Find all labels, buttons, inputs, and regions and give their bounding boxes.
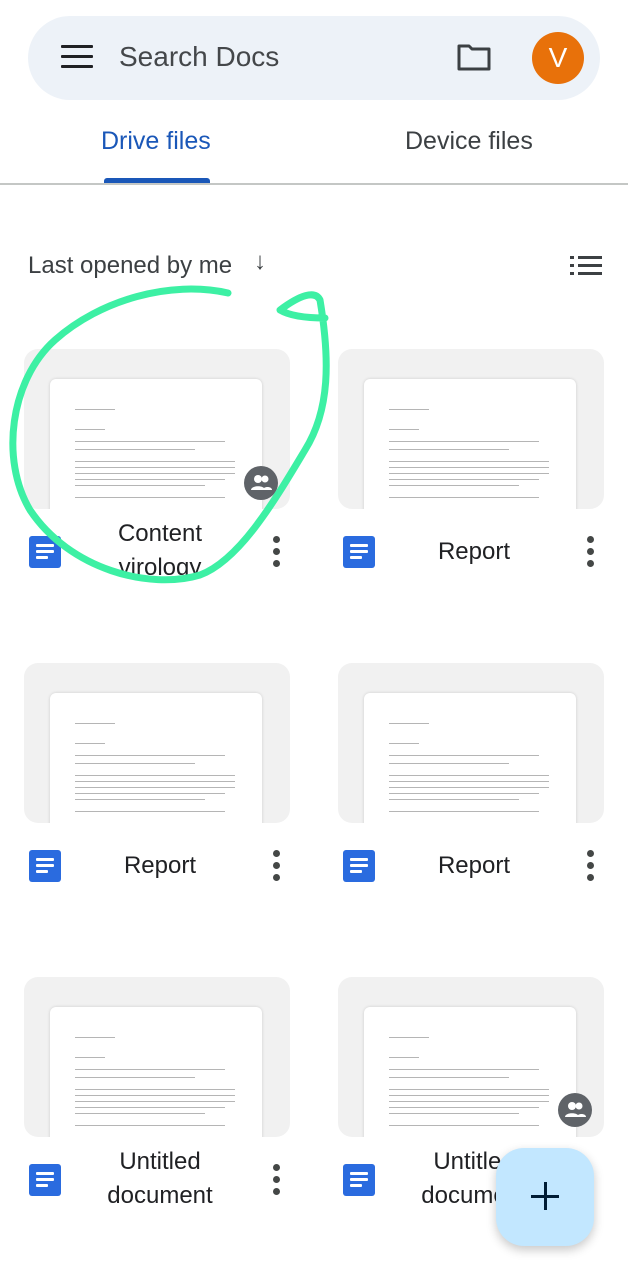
page-preview	[364, 693, 576, 823]
file-title[interactable]: Report	[394, 535, 554, 569]
search-input[interactable]: Search Docs	[119, 40, 279, 74]
file-title[interactable]: Content virology	[80, 517, 240, 585]
file-title-line: Report	[437, 538, 511, 565]
page-preview	[50, 1007, 262, 1137]
file-title-line: Report	[123, 852, 197, 879]
more-options-icon[interactable]	[586, 536, 594, 568]
document-thumbnail[interactable]	[24, 977, 290, 1137]
sort-label[interactable]: Last opened by me	[28, 250, 232, 282]
new-document-button[interactable]	[496, 1148, 594, 1246]
search-bar[interactable]: Search Docs V	[28, 16, 600, 100]
more-options-icon[interactable]	[272, 536, 280, 568]
page-preview	[50, 379, 262, 509]
tab-device-files[interactable]: Device files	[405, 124, 533, 158]
file-title-line: document	[107, 1182, 213, 1209]
document-thumbnail[interactable]	[338, 349, 604, 509]
sort-direction-icon[interactable]: ↓	[254, 248, 266, 276]
document-thumbnail[interactable]	[338, 663, 604, 823]
google-docs-icon	[29, 536, 61, 568]
file-title-line: virology	[118, 554, 202, 581]
file-title-line: Untitled	[119, 1148, 201, 1175]
file-title[interactable]: Report	[80, 849, 240, 883]
google-docs-icon	[29, 850, 61, 882]
folder-icon[interactable]	[456, 42, 492, 72]
page-preview	[364, 1007, 576, 1137]
file-title-line: Content	[117, 520, 203, 547]
file-card[interactable]: Content virology	[24, 349, 290, 609]
list-view-icon[interactable]	[570, 255, 602, 277]
google-docs-icon	[343, 1164, 375, 1196]
more-options-icon[interactable]	[272, 850, 280, 882]
avatar[interactable]: V	[532, 32, 584, 84]
more-options-icon[interactable]	[272, 1164, 280, 1196]
tab-divider	[0, 183, 628, 185]
shared-people-icon	[558, 1093, 592, 1127]
file-card[interactable]: Report	[24, 663, 290, 923]
file-title[interactable]: Untitled document	[80, 1145, 240, 1213]
file-card[interactable]: Untitled document	[24, 977, 290, 1237]
google-docs-icon	[343, 850, 375, 882]
more-options-icon[interactable]	[586, 850, 594, 882]
page-preview	[364, 379, 576, 509]
file-title-line: Report	[437, 852, 511, 879]
google-docs-icon	[29, 1164, 61, 1196]
document-thumbnail[interactable]	[24, 349, 290, 509]
file-card[interactable]: Report	[338, 663, 604, 923]
file-title[interactable]: Report	[394, 849, 554, 883]
google-docs-icon	[343, 536, 375, 568]
file-card[interactable]: Report	[338, 349, 604, 609]
page-preview	[50, 693, 262, 823]
menu-icon[interactable]	[61, 45, 93, 69]
document-thumbnail[interactable]	[338, 977, 604, 1137]
document-thumbnail[interactable]	[24, 663, 290, 823]
shared-people-icon	[244, 466, 278, 500]
tab-drive-files[interactable]: Drive files	[101, 124, 211, 158]
